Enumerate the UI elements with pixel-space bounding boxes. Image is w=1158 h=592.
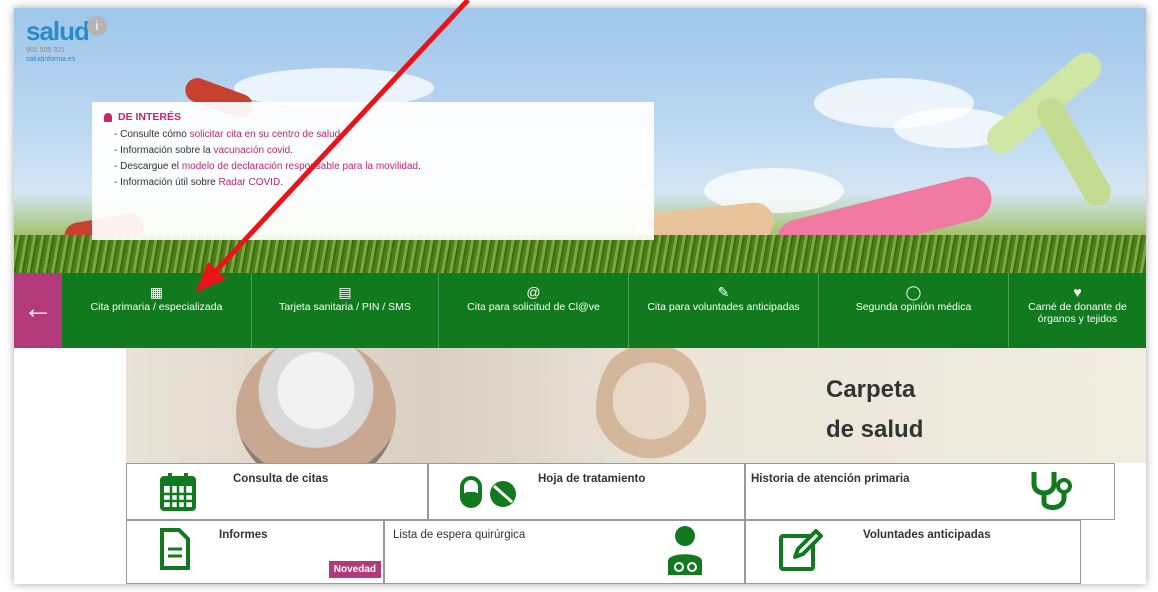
notice-line: - Información útil sobre Radar COVID.	[114, 177, 642, 188]
calendar-icon: ▦	[149, 284, 164, 300]
signed-document-icon: ✎	[717, 284, 730, 300]
tile-label: Historia de atención primaria	[751, 473, 910, 485]
doctor-icon	[668, 526, 702, 575]
notice-text: .	[280, 177, 283, 188]
nav-cita-primaria[interactable]: ▦ Cita primaria / especializada	[62, 273, 252, 348]
chat-icon: ◯	[905, 284, 922, 300]
tile-voluntades[interactable]: Voluntades anticipadas	[745, 520, 1081, 584]
carpeta-grid: Consulta de citas Hoja de tratamiento Hi…	[126, 463, 1146, 584]
nav-cita-clave[interactable]: @ Cita para solicitud de Cl@ve	[439, 273, 629, 348]
notice-link-declaracion[interactable]: modelo de declaración responsable para l…	[182, 161, 418, 172]
notice-box: DE INTERÉS - Consulte cómo solicitar cit…	[92, 102, 654, 240]
notice-text: - Descargue el	[114, 161, 182, 172]
notice-line: - Consulte cómo solicitar cita en su cen…	[114, 129, 642, 140]
notice-link-cita[interactable]: solicitar cita en su centro de salud	[190, 129, 341, 140]
tile-lista-espera[interactable]: Lista de espera quirúrgica	[384, 520, 745, 584]
logo-info-badge: i	[86, 16, 107, 36]
notice-text: - Información sobre la	[114, 145, 214, 156]
carpeta-title-line: de salud	[826, 416, 924, 443]
tile-label: Voluntades anticipadas	[863, 529, 991, 541]
nav-label: Cita para voluntades anticipadas	[647, 301, 800, 313]
nav-carne-donante[interactable]: ♥ Carné de donante de órganos y tejidos	[1009, 273, 1146, 348]
pills-icon	[460, 476, 516, 508]
carpeta-title: Carpeta de salud	[826, 370, 923, 450]
logo-phone: 902 505 321	[26, 47, 65, 54]
calendar-icon	[160, 473, 196, 511]
tile-consulta-citas[interactable]: Consulta de citas	[126, 463, 428, 520]
document-icon	[160, 528, 190, 570]
notice-text: .	[290, 145, 293, 156]
notice-line: - Información sobre la vacunación covid.	[114, 145, 642, 156]
back-arrow-button[interactable]: ←	[14, 273, 62, 348]
logo-word: salud	[26, 16, 90, 46]
nav-voluntades[interactable]: ✎ Cita para voluntades anticipadas	[629, 273, 819, 348]
hero-photo-detail	[1031, 93, 1117, 211]
services-nav: ← ▦ Cita primaria / especializada ▤ Tarj…	[14, 273, 1146, 348]
nav-label: Cita para solicitud de Cl@ve	[467, 301, 600, 313]
tile-label: Informes	[219, 529, 268, 541]
nav-label: Cita primaria / especializada	[90, 301, 223, 313]
notice-link-radar[interactable]: Radar COVID	[219, 177, 281, 188]
nav-segunda-opinion[interactable]: ◯ Segunda opinión médica	[819, 273, 1009, 348]
bell-icon	[104, 112, 112, 122]
grass	[14, 235, 1146, 273]
notice-text: - Consulte cómo	[114, 129, 190, 140]
nav-label: Tarjeta sanitaria / PIN / SMS	[279, 301, 411, 313]
carpeta-title-line: Carpeta	[826, 376, 916, 403]
stethoscope-icon	[1031, 472, 1072, 510]
salud-logo[interactable]: salud i 902 505 321 saludinforma.es	[26, 16, 107, 63]
logo-site: saludinforma.es	[26, 56, 76, 63]
tile-informes[interactable]: Informes Novedad	[126, 520, 384, 584]
notice-text: - Información útil sobre	[114, 177, 219, 188]
notice-title-text: DE INTERÉS	[118, 111, 182, 123]
notice-text: .	[340, 129, 344, 140]
nav-label: Segunda opinión médica	[855, 301, 972, 313]
notice-link-vacunacion[interactable]: vacunación covid	[214, 145, 291, 156]
tile-hoja-tratamiento[interactable]: Hoja de tratamiento	[428, 463, 745, 520]
notice-line: - Descargue el modelo de declaración res…	[114, 161, 642, 172]
tile-historia-atencion[interactable]: Historia de atención primaria	[745, 463, 1115, 520]
notice-title: DE INTERÉS	[104, 111, 642, 123]
tile-label: Consulta de citas	[233, 473, 329, 485]
edit-icon	[779, 529, 823, 571]
banner-photo	[236, 348, 396, 463]
banner-photo	[596, 348, 706, 463]
at-icon: @	[526, 284, 541, 300]
heart-icon: ♥	[1073, 284, 1082, 300]
hero-banner: salud i 902 505 321 saludinforma.es DE IN…	[14, 8, 1146, 273]
tile-label: Lista de espera quirúrgica	[393, 529, 526, 541]
tile-label: Hoja de tratamiento	[538, 473, 646, 485]
card-icon: ▤	[338, 284, 352, 300]
carpeta-banner: Carpeta de salud	[126, 348, 1146, 463]
nav-label: Carné de donante de órganos y tejidos	[1028, 301, 1127, 325]
novedad-badge: Novedad	[328, 561, 381, 578]
arrow-left-icon: ←	[23, 292, 53, 325]
notice-text: .	[418, 161, 421, 172]
browser-viewport: salud i 902 505 321 saludinforma.es DE IN…	[14, 8, 1146, 584]
nav-tarjeta-sanitaria[interactable]: ▤ Tarjeta sanitaria / PIN / SMS	[252, 273, 439, 348]
